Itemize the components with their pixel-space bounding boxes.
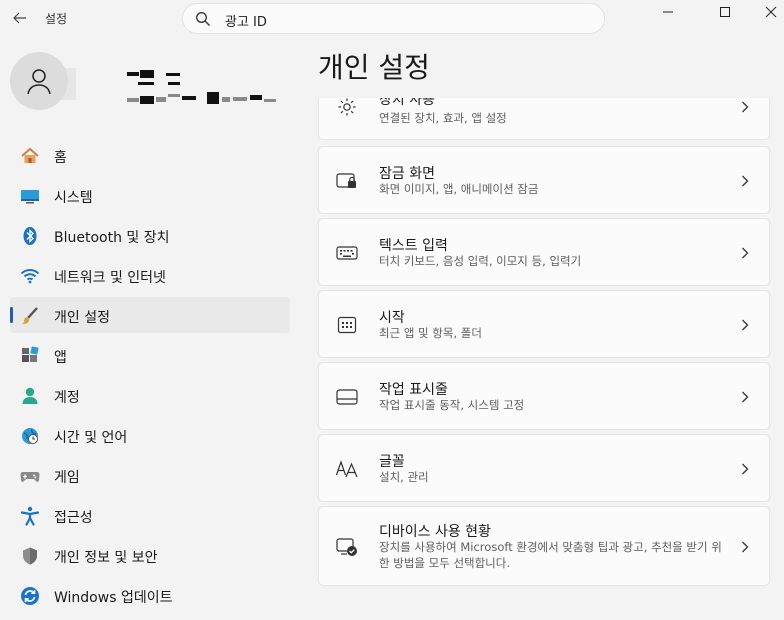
card-title: 시작 — [379, 310, 405, 326]
sidebar-item-accessibility[interactable]: 접근성 — [10, 497, 290, 533]
card-start[interactable]: 시작 최근 앱 및 항목, 폴더 — [318, 290, 770, 358]
back-arrow-icon — [13, 12, 26, 24]
user-icon — [27, 69, 51, 95]
sidebar-item-label: 게임 — [54, 470, 80, 486]
sidebar-item-label: 홈 — [54, 150, 67, 166]
card-desc: 화면 이미지, 앱, 애니메이션 잠금 — [379, 182, 539, 196]
minimize-icon — [663, 11, 673, 13]
sidebar-item-label: 개인 정보 및 보안 — [54, 550, 158, 566]
system-icon — [20, 186, 40, 206]
sidebar-item-windows-update[interactable]: Windows 업데이트 — [10, 577, 290, 613]
back-button[interactable] — [8, 6, 32, 30]
sidebar-item-label: 시스템 — [54, 190, 93, 206]
gamepad-icon — [20, 466, 40, 486]
search-icon — [196, 12, 210, 26]
card-desc: 작업 표시줄 동작, 시스템 고정 — [379, 398, 525, 412]
sidebar-item-label: Bluetooth 및 장치 — [54, 230, 170, 246]
account-icon — [20, 386, 40, 406]
title-bar: 설정 광고 ID — [0, 0, 784, 36]
shield-icon — [20, 546, 40, 566]
sidebar-item-time-language[interactable]: 시간 및 언어 — [10, 417, 290, 453]
chevron-right-icon — [739, 463, 751, 475]
minimize-button[interactable] — [645, 0, 691, 24]
close-button[interactable] — [748, 0, 784, 24]
card-desc: 연결된 장치, 효과, 앱 설정 — [379, 111, 507, 125]
card-taskbar[interactable]: 작업 표시줄 작업 표시줄 동작, 시스템 고정 — [318, 362, 770, 430]
card-device-usage-partial[interactable]: 장치 사용 연결된 장치, 효과, 앱 설정 — [318, 98, 770, 140]
sidebar-item-network[interactable]: 네트워크 및 인터넷 — [10, 257, 290, 293]
sidebar-item-home[interactable]: 홈 — [10, 137, 290, 173]
brush-icon — [20, 306, 40, 326]
card-device-usage[interactable]: 디바이스 사용 현황 장치를 사용하여 Microsoft 환경에서 맞춤형 팁… — [318, 506, 770, 586]
card-title: 잠금 화면 — [379, 166, 435, 182]
apps-icon — [20, 346, 40, 366]
fonts-icon — [335, 457, 359, 481]
sidebar-item-label: 개인 설정 — [54, 310, 110, 326]
sidebar-item-label: 접근성 — [54, 510, 93, 526]
app-title: 설정 — [45, 12, 68, 26]
update-icon — [20, 586, 40, 606]
card-title: 글꼴 — [379, 454, 405, 470]
card-lock-screen[interactable]: 잠금 화면 화면 이미지, 앱, 애니메이션 잠금 — [318, 146, 770, 214]
keyboard-icon — [335, 241, 359, 265]
card-text-input[interactable]: 텍스트 입력 터치 키보드, 음성 입력, 이모지 등, 입력기 — [318, 218, 770, 286]
card-desc: 장치를 사용하여 Microsoft 환경에서 맞춤형 팁과 광고, 추천을 받… — [379, 540, 722, 570]
sidebar-item-label: Windows 업데이트 — [54, 590, 173, 606]
card-desc: 최근 앱 및 항목, 폴더 — [379, 326, 482, 340]
lock-screen-icon — [335, 169, 359, 193]
sidebar-item-personalization[interactable]: 개인 설정 — [10, 297, 290, 333]
search-value: 광고 ID — [225, 15, 267, 30]
chevron-right-icon — [739, 175, 751, 187]
device-usage-check-icon — [335, 535, 359, 559]
card-title: 디바이스 사용 현황 — [379, 524, 491, 540]
sidebar-item-gaming[interactable]: 게임 — [10, 457, 290, 493]
sidebar-item-label: 계정 — [54, 390, 80, 406]
device-usage-icon — [335, 98, 359, 119]
sidebar-item-apps[interactable]: 앱 — [10, 337, 290, 373]
sidebar-item-bluetooth[interactable]: Bluetooth 및 장치 — [10, 217, 290, 253]
card-title: 작업 표시줄 — [379, 382, 448, 398]
active-indicator — [10, 307, 13, 323]
start-icon — [335, 313, 359, 337]
sidebar-item-accounts[interactable]: 계정 — [10, 377, 290, 413]
card-desc: 터치 키보드, 음성 입력, 이모지 등, 입력기 — [379, 254, 582, 268]
card-desc: 설치, 관리 — [379, 470, 429, 484]
sidebar-item-privacy[interactable]: 개인 정보 및 보안 — [10, 537, 290, 573]
accessibility-icon — [20, 506, 40, 526]
chevron-right-icon — [739, 391, 751, 403]
maximize-icon — [720, 7, 730, 17]
wifi-icon — [20, 266, 40, 286]
sidebar-item-label: 시간 및 언어 — [54, 430, 128, 446]
chevron-right-icon — [739, 319, 751, 331]
search-input[interactable]: 광고 ID — [182, 3, 605, 34]
taskbar-icon — [335, 385, 359, 409]
bluetooth-icon — [20, 226, 40, 246]
settings-list: 장치 사용 연결된 장치, 효과, 앱 설정 잠금 화면 화면 이미지, 앱, … — [318, 98, 770, 620]
card-title: 장치 사용 — [379, 98, 435, 108]
sidebar-item-system[interactable]: 시스템 — [10, 177, 290, 213]
chevron-right-icon — [739, 101, 751, 113]
chevron-right-icon — [739, 247, 751, 259]
page-title: 개인 설정 — [318, 51, 430, 84]
maximize-button[interactable] — [702, 0, 748, 24]
avatar[interactable] — [10, 52, 68, 110]
sidebar-item-label: 앱 — [54, 350, 67, 366]
sidebar-item-label: 네트워크 및 인터넷 — [54, 270, 166, 286]
home-icon — [20, 146, 40, 166]
globe-clock-icon — [20, 426, 40, 446]
card-fonts[interactable]: 글꼴 설치, 관리 — [318, 434, 770, 502]
card-title: 텍스트 입력 — [379, 238, 448, 254]
chevron-right-icon — [739, 541, 751, 553]
close-icon — [765, 6, 777, 18]
